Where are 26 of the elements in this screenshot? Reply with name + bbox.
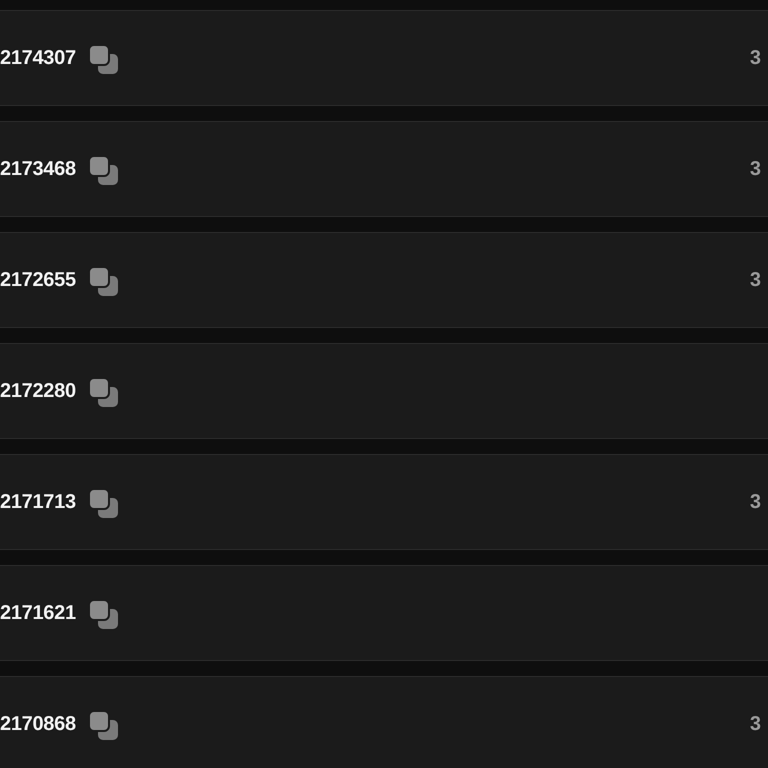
item-number: 2171621 — [0, 601, 76, 626]
item-number: 2172655 — [0, 268, 76, 293]
item-number: 2173468 — [0, 157, 76, 182]
item-number: 2174307 — [0, 46, 76, 71]
copy-icon[interactable] — [88, 154, 119, 186]
item-count: 3 — [750, 46, 761, 71]
item-count: 3 — [750, 268, 761, 293]
item-count: 3 — [750, 490, 761, 515]
list-row[interactable]: 2171621 — [0, 565, 768, 661]
copy-icon[interactable] — [88, 376, 119, 408]
item-number: 2170868 — [0, 712, 76, 737]
item-number: 2171713 — [0, 490, 76, 515]
item-number: 2172280 — [0, 379, 76, 404]
list-row[interactable]: 2170868 3 — [0, 676, 768, 768]
copy-icon[interactable] — [88, 44, 119, 74]
list-row[interactable]: 2173468 3 — [0, 121, 768, 217]
copy-icon[interactable] — [88, 266, 119, 296]
list-row[interactable]: 2172280 — [0, 343, 768, 439]
copy-icon[interactable] — [88, 710, 119, 740]
list-row[interactable]: 2171713 3 — [0, 454, 768, 550]
item-count: 3 — [750, 157, 761, 182]
item-count: 3 — [750, 712, 761, 737]
list-row[interactable]: 2174307 3 — [0, 10, 768, 106]
copy-icon[interactable] — [88, 598, 119, 630]
list-row[interactable]: 2172655 3 — [0, 232, 768, 328]
copy-icon[interactable] — [88, 488, 119, 518]
